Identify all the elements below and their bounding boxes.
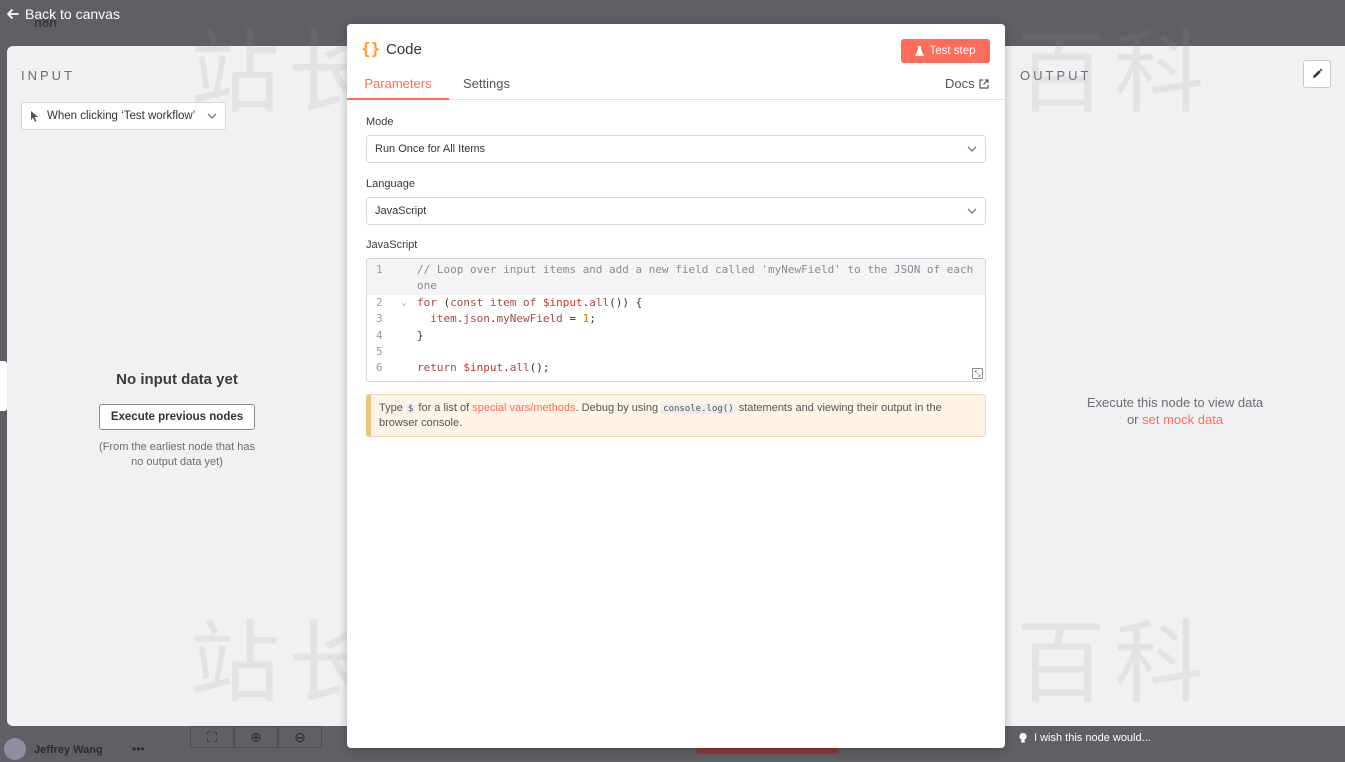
avatar[interactable] bbox=[4, 738, 26, 760]
mode-select[interactable]: Run Once for All Items bbox=[366, 135, 986, 163]
input-empty-note-line2: no output data yet) bbox=[131, 456, 223, 468]
tab-settings[interactable]: Settings bbox=[463, 76, 510, 100]
code-line: 5 bbox=[367, 344, 985, 360]
arrow-left-icon bbox=[7, 9, 19, 19]
code-icon: {} bbox=[361, 39, 381, 58]
code-line: 2 ⌄ for (const item of $input.all()) { bbox=[367, 295, 985, 311]
expand-editor-icon[interactable]: ⤡ bbox=[972, 368, 983, 379]
back-to-canvas-label: Back to canvas bbox=[25, 6, 120, 22]
input-node-select[interactable]: When clicking ‘Test workflow’ bbox=[21, 102, 226, 130]
input-panel-title: INPUT bbox=[21, 68, 75, 83]
fit-view-icon[interactable]: ⛶ bbox=[190, 726, 234, 748]
code-line: 6 return $input.all(); bbox=[367, 360, 985, 376]
line-number: 3 bbox=[376, 312, 383, 326]
feedback-label: I wish this node would... bbox=[1034, 732, 1151, 744]
output-message: Execute this node to view data bbox=[1086, 395, 1264, 410]
no-input-title: No input data yet bbox=[116, 371, 238, 388]
chevron-down-icon bbox=[967, 143, 977, 155]
code-line: 3 item.json.myNewField = 1; bbox=[367, 311, 985, 327]
back-to-canvas-button[interactable]: Back to canvas bbox=[6, 6, 120, 22]
output-panel-title: OUTPUT bbox=[1020, 68, 1092, 83]
output-or: or bbox=[1126, 412, 1139, 427]
pencil-icon bbox=[1313, 68, 1323, 78]
code-hint-notice: Type $ for a list of special vars/method… bbox=[366, 394, 986, 437]
code-editor[interactable]: 1 // Loop over input items and add a new… bbox=[366, 258, 986, 382]
line-number: 1 bbox=[376, 263, 383, 276]
hint-text: Type bbox=[379, 402, 403, 414]
chevron-down-icon bbox=[967, 205, 977, 217]
tab-parameters[interactable]: Parameters bbox=[347, 76, 449, 100]
input-empty-note-line1: (From the earliest node that has bbox=[99, 441, 255, 453]
code-node-modal: {} Code Test step Parameters Settings Do… bbox=[347, 24, 1005, 748]
user-name: Jeffrey Wang bbox=[34, 744, 103, 756]
docs-label: Docs bbox=[945, 76, 975, 91]
node-header: {} Code Test step Parameters Settings Do… bbox=[347, 24, 1005, 100]
input-empty-state: No input data yet Execute previous nodes… bbox=[7, 371, 347, 470]
test-step-button[interactable]: Test step bbox=[901, 39, 990, 63]
line-number: 5 bbox=[376, 345, 383, 359]
feedback-link[interactable]: I wish this node would... bbox=[1018, 732, 1151, 744]
output-empty-state: Execute this node to view data or set mo… bbox=[1067, 394, 1283, 428]
hint-text: for a list of bbox=[418, 402, 470, 414]
user-menu-icon[interactable]: ••• bbox=[132, 742, 145, 756]
docs-link[interactable]: Docs bbox=[945, 76, 989, 91]
set-mock-data-link[interactable]: set mock data bbox=[1142, 412, 1223, 427]
left-edge-handle[interactable] bbox=[0, 361, 7, 411]
execute-previous-nodes-button[interactable]: Execute previous nodes bbox=[98, 404, 256, 430]
parameters-panel: Mode Run Once for All Items Language Jav… bbox=[366, 100, 986, 437]
external-link-icon bbox=[979, 78, 989, 89]
language-select-value: JavaScript bbox=[375, 205, 427, 217]
language-label: Language bbox=[366, 178, 415, 190]
lightbulb-icon bbox=[1019, 732, 1027, 743]
code-line: 4 } bbox=[367, 328, 985, 344]
canvas-execute-button[interactable] bbox=[696, 748, 839, 754]
zoom-in-icon[interactable]: ⊕ bbox=[234, 726, 278, 748]
special-vars-link[interactable]: special vars/methods bbox=[472, 402, 575, 414]
flask-icon bbox=[915, 45, 925, 56]
test-step-label: Test step bbox=[929, 45, 976, 57]
language-select[interactable]: JavaScript bbox=[366, 197, 986, 225]
input-node-select-value: When clicking ‘Test workflow’ bbox=[47, 110, 196, 122]
line-number: 4 bbox=[376, 328, 383, 342]
chevron-down-icon bbox=[207, 110, 217, 122]
mode-select-value: Run Once for All Items bbox=[375, 143, 486, 155]
code-line: 1 // Loop over input items and add a new… bbox=[367, 259, 985, 295]
hint-code: console.log() bbox=[661, 404, 736, 414]
line-number: 6 bbox=[376, 361, 383, 375]
input-empty-note: (From the earliest node that has no outp… bbox=[7, 440, 347, 470]
input-panel: INPUT When clicking ‘Test workflow’ No i… bbox=[7, 46, 347, 726]
node-title[interactable]: Code bbox=[386, 41, 422, 58]
code-label: JavaScript bbox=[366, 239, 418, 251]
mode-label: Mode bbox=[366, 116, 394, 128]
cursor-pointer-icon bbox=[31, 111, 38, 122]
zoom-out-icon[interactable]: ⊖ bbox=[278, 726, 322, 748]
hint-text: . Debug by using bbox=[575, 402, 659, 414]
hint-code: $ bbox=[405, 404, 416, 414]
canvas-zoom-tools: ⛶ ⊕ ⊖ bbox=[190, 726, 322, 748]
edit-output-button[interactable] bbox=[1303, 60, 1331, 88]
fold-chevron-icon[interactable]: ⌄ bbox=[397, 295, 411, 311]
line-number: 2 bbox=[376, 295, 383, 309]
